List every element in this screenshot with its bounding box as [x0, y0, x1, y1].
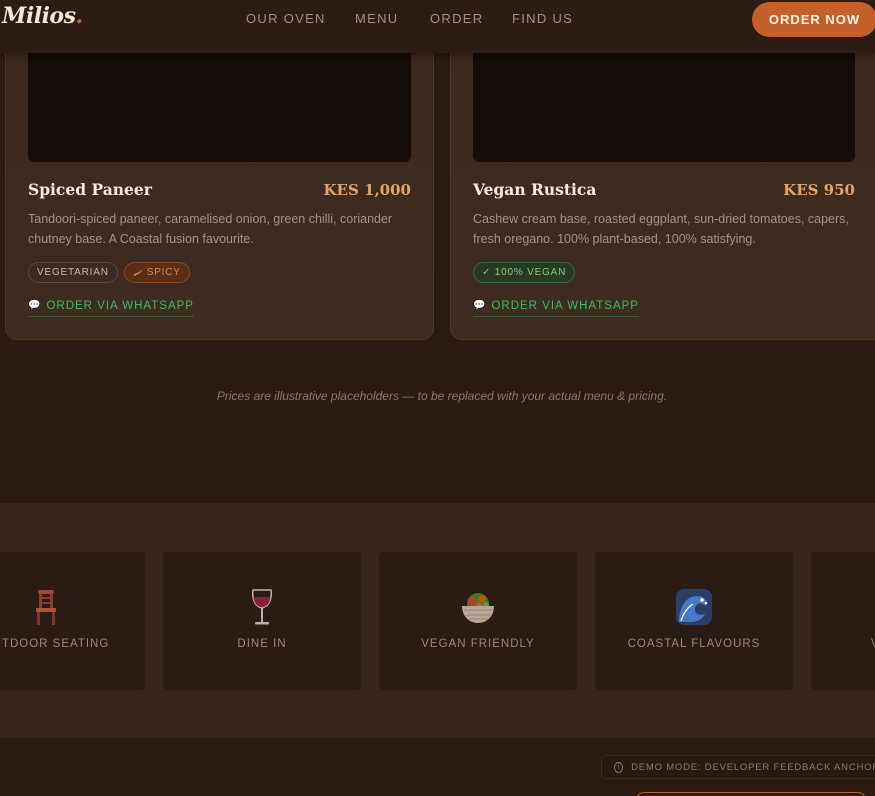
menu-card: Spiced Paneer KES 1,000 Tandoori-spiced …: [5, 20, 434, 340]
chair-icon: [36, 590, 56, 625]
tag-vegan: ✓ 100% VEGAN: [473, 262, 576, 283]
logo-text: Milios: [2, 3, 76, 29]
logo-dot: .: [75, 3, 83, 29]
site-header: Milios. OUR OVEN MENU ORDER FIND US ORDE…: [0, 0, 875, 53]
wave-icon: [676, 589, 712, 625]
features-band: OUTDOOR SEATING DINE IN: [0, 503, 875, 738]
menu-item-image: [473, 41, 855, 162]
salad-bowl-icon: [462, 593, 494, 623]
nav-link-find-us[interactable]: FIND US: [512, 11, 573, 26]
order-via-whatsapp-link[interactable]: 💬 ORDER VIA WHATSAPP: [473, 298, 639, 317]
tag-spicy: SPICY: [123, 262, 190, 283]
feature-label: COASTAL FLAVOURS: [627, 638, 761, 650]
demo-mode-label: DEMO MODE: DEVELOPER FEEDBACK ANCHOR: [631, 761, 875, 773]
menu-item-tags: ✓ 100% VEGAN: [473, 262, 576, 283]
menu-item-title: Vegan Rustica: [473, 180, 597, 199]
speech-bubble-icon: 💬: [28, 300, 41, 311]
menu-item-price: KES 1,000: [323, 181, 412, 199]
feature-card-dine-in: DINE IN: [163, 552, 361, 690]
order-now-button[interactable]: ORDER NOW: [752, 2, 875, 37]
speech-bubble-icon: 💬: [473, 300, 486, 311]
order-via-whatsapp-label: ORDER VIA WHATSAPP: [491, 299, 639, 312]
chilli-icon: [133, 269, 143, 276]
order-via-whatsapp-label: ORDER VIA WHATSAPP: [46, 299, 194, 312]
menu-item-title: Spiced Paneer: [28, 180, 152, 199]
menu-item-price: KES 950: [783, 181, 855, 199]
order-via-whatsapp-link[interactable]: 💬 ORDER VIA WHATSAPP: [28, 298, 194, 317]
feature-card-partial: V: [811, 552, 875, 690]
bottom-cta-button[interactable]: [636, 792, 866, 796]
nav-link-our-oven[interactable]: OUR OVEN: [246, 11, 326, 26]
menu-item-tags: VEGETARIAN SPICY: [28, 262, 190, 283]
tag-vegetarian: VEGETARIAN: [28, 262, 118, 283]
nav-link-order[interactable]: ORDER: [430, 11, 483, 26]
menu-item-description: Cashew cream base, roasted eggplant, sun…: [473, 212, 849, 246]
feature-card-vegan-friendly: VEGAN FRIENDLY: [379, 552, 577, 690]
nav-link-menu[interactable]: MENU: [355, 11, 398, 26]
logo[interactable]: Milios.: [2, 3, 83, 29]
feature-card-coastal-flavours: COASTAL FLAVOURS: [595, 552, 793, 690]
menu-item-description: Tandoori-spiced paneer, caramelised onio…: [28, 212, 393, 246]
feature-label: V: [811, 638, 875, 650]
menu-card: Vegan Rustica KES 950 Cashew cream base,…: [450, 20, 875, 340]
wine-glass-icon: [252, 589, 272, 625]
tag-spicy-label: SPICY: [146, 267, 181, 278]
feature-card-outdoor-seating: OUTDOOR SEATING: [0, 552, 145, 690]
price-disclaimer: Prices are illustrative placeholders — t…: [216, 389, 668, 403]
menu-item-image: [28, 41, 411, 162]
info-icon: i: [614, 761, 624, 773]
demo-mode-badge[interactable]: i DEMO MODE: DEVELOPER FEEDBACK ANCHOR: [601, 755, 875, 779]
